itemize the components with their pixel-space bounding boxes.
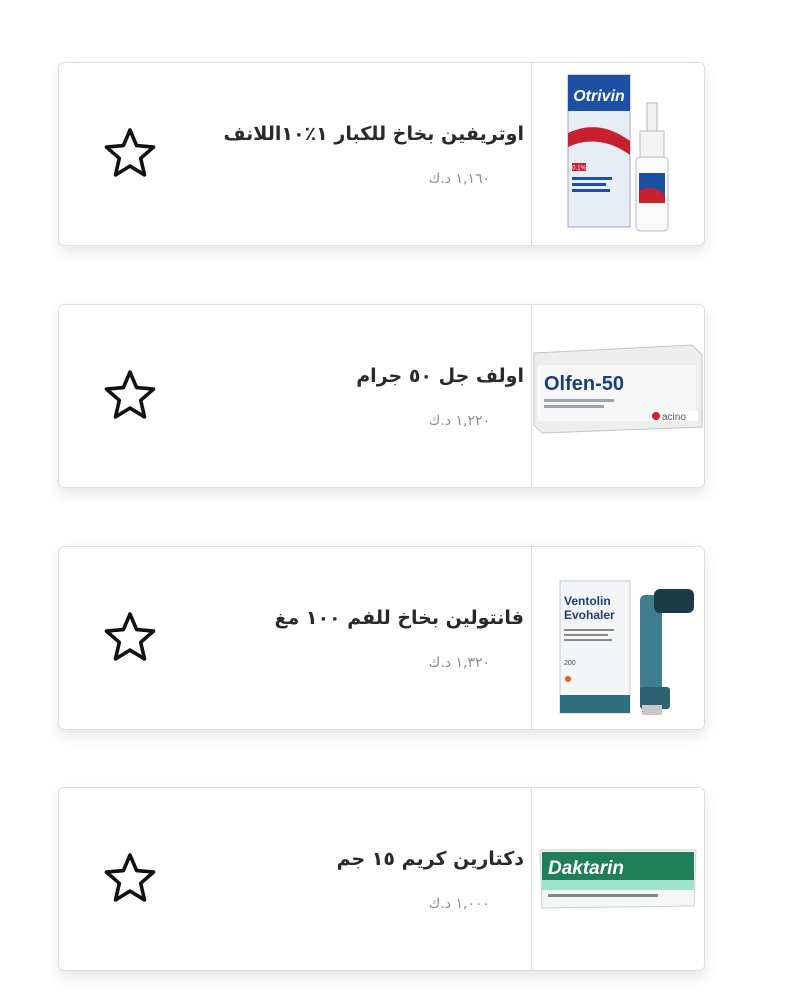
dose-count-text: 200 xyxy=(564,660,576,667)
favorite-star-icon[interactable] xyxy=(101,609,159,667)
product-image[interactable]: Olfen-50 acino xyxy=(531,305,704,487)
favorite-star-icon[interactable] xyxy=(101,850,159,908)
product-name[interactable]: اولف جل ٥٠ جرام xyxy=(356,365,524,387)
product-card[interactable]: Olfen-50 acino اولف جل ٥٠ جرام ١,٢٢٠ د.ك xyxy=(58,304,705,488)
product-info: دكتارين كريم ١٥ جم ١,٠٠٠ د.ك xyxy=(204,788,524,970)
otrivin-logo-text: Otrivin xyxy=(573,88,625,105)
product-info: اوتريفين بخاخ للكبار ١٪١٠اللانف ١,١٦٠ د.… xyxy=(204,63,524,245)
product-name[interactable]: دكتارين كريم ١٥ جم xyxy=(337,848,524,870)
evohaler-logo-text: Evohaler xyxy=(564,608,615,622)
favorite-star-icon[interactable] xyxy=(101,125,159,183)
ventolin-logo-text: Ventolin xyxy=(564,594,611,608)
daktarin-logo-text: Daktarin xyxy=(548,858,624,879)
product-price: ١,٠٠٠ د.ك xyxy=(428,896,490,912)
acino-brand-text: acino xyxy=(662,412,686,423)
product-card[interactable]: Ventolin Evohaler 200 فانتولين بخاخ للفم… xyxy=(58,546,705,730)
product-info: اولف جل ٥٠ جرام ١,٢٢٠ د.ك xyxy=(204,305,524,487)
otrivin-strength-text: 0.1% xyxy=(572,166,586,172)
product-image[interactable]: Daktarin xyxy=(531,788,704,970)
product-image[interactable]: Ventolin Evohaler 200 xyxy=(531,547,704,729)
olfen-logo-text: Olfen-50 xyxy=(544,373,624,395)
product-price: ١,٢٢٠ د.ك xyxy=(428,413,490,429)
product-price: ١,٣٢٠ د.ك xyxy=(428,655,490,671)
product-card[interactable]: Daktarin دكتارين كريم ١٥ جم ١,٠٠٠ د.ك xyxy=(58,787,705,971)
product-card[interactable]: Otrivin 0.1% اوتريفين بخاخ للكبار ١٪١٠ال… xyxy=(58,62,705,246)
product-image[interactable]: Otrivin 0.1% xyxy=(531,63,704,245)
product-name[interactable]: فانتولين بخاخ للفم ١٠٠ مغ xyxy=(275,607,525,629)
favorite-star-icon[interactable] xyxy=(101,367,159,425)
product-name[interactable]: اوتريفين بخاخ للكبار ١٪١٠اللانف xyxy=(224,123,524,145)
product-price: ١,١٦٠ د.ك xyxy=(428,171,490,187)
favorites-product-list: Otrivin 0.1% اوتريفين بخاخ للكبار ١٪١٠ال… xyxy=(0,0,798,1004)
product-info: فانتولين بخاخ للفم ١٠٠ مغ ١,٣٢٠ د.ك xyxy=(204,547,525,729)
